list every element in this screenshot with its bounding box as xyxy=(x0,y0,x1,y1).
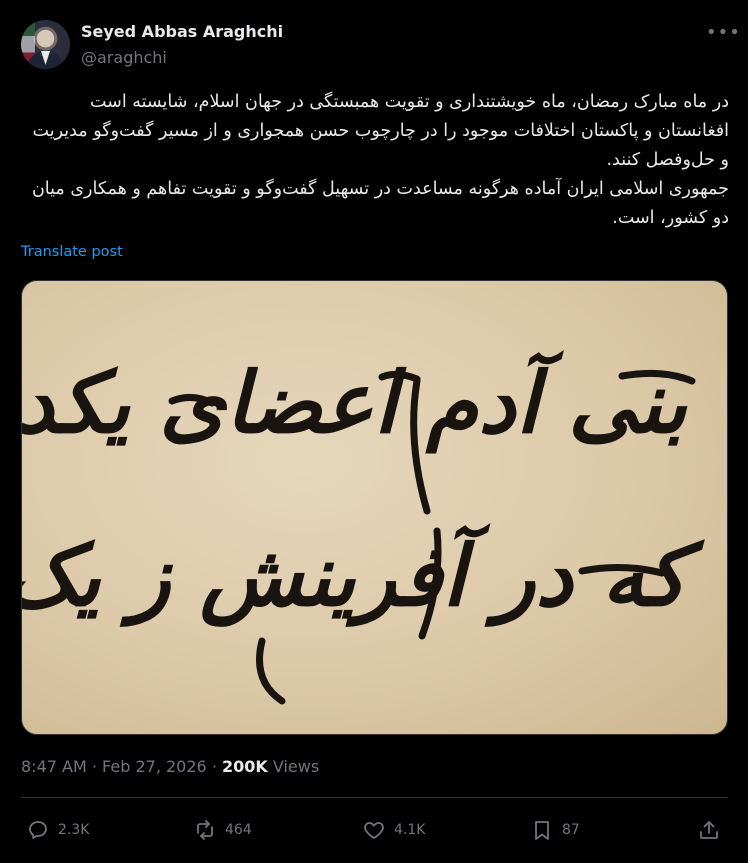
bookmark-count: 87 xyxy=(562,822,580,838)
views-label: Views xyxy=(272,757,320,776)
bookmark-icon xyxy=(535,821,549,840)
calligraphy-line-1: بنی آدم اعضای یکدیگرند xyxy=(22,353,687,452)
views-count[interactable]: 200K xyxy=(222,757,268,776)
more-horizontal-icon[interactable]: ••• xyxy=(706,22,741,43)
calligraphy-flourish xyxy=(168,369,696,705)
share-button[interactable] xyxy=(697,816,729,844)
meta-separator: · xyxy=(91,757,97,776)
divider xyxy=(21,797,728,798)
author-name[interactable]: Seyed Abbas Araghchi xyxy=(81,22,283,41)
reply-count: 2.3K xyxy=(58,822,90,838)
calligraphy-line-2: که در آفرینش ز یک گوهرند xyxy=(22,526,687,625)
reply-icon xyxy=(29,821,47,839)
tweet: Seyed Abbas Araghchi @araghchi ••• در ما… xyxy=(0,0,748,863)
translate-post-link[interactable]: Translate post xyxy=(21,244,123,260)
repost-button[interactable]: 464 xyxy=(193,816,252,844)
post-date[interactable]: Feb 27, 2026 xyxy=(102,757,207,776)
reply-button[interactable]: 2.3K xyxy=(26,816,89,844)
like-button[interactable]: 4.1K xyxy=(362,816,425,844)
post-text: در ماه مبارک رمضان، ماه خویشتنداری و تقو… xyxy=(21,88,729,233)
post-meta: 8:47 AM · Feb 27, 2026 · 200K Views xyxy=(21,757,319,776)
like-count: 4.1K xyxy=(394,822,426,838)
heart-icon xyxy=(364,822,384,839)
post-image[interactable]: بنی آدم اعضای یکدیگرند که در آفرینش ز یک… xyxy=(21,280,728,735)
post-paragraph-2: جمهوری اسلامی ایران آماده هرگونه مساعدت … xyxy=(31,179,729,228)
post-paragraph-1: در ماه مبارک رمضان، ماه خویشتنداری و تقو… xyxy=(32,92,729,170)
bookmark-button[interactable]: 87 xyxy=(530,816,580,844)
meta-separator: · xyxy=(211,757,217,776)
repost-count: 464 xyxy=(225,822,252,838)
action-bar: 2.3K 464 4.1K 87 xyxy=(0,812,748,848)
avatar[interactable] xyxy=(21,20,70,69)
post-time[interactable]: 8:47 AM xyxy=(21,757,87,776)
share-icon xyxy=(700,821,718,839)
author-handle[interactable]: @araghchi xyxy=(81,48,167,67)
repost-icon xyxy=(197,820,213,840)
